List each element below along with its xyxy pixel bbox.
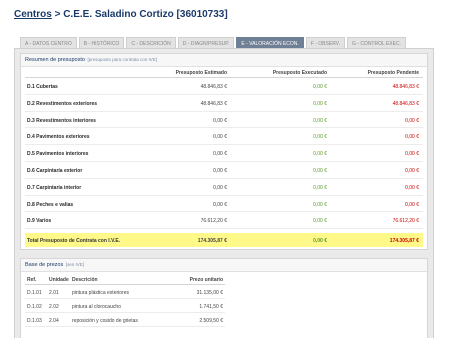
pending-value: 0,00 € bbox=[405, 201, 419, 208]
table-row: D.2 Revestimentos exteriores 48.846,83 €… bbox=[25, 95, 423, 112]
table-row: D.8 Peches e valias 0,00 € 0,00 € 0,00 € bbox=[25, 196, 423, 213]
price-table-header: Ref. Unidade Descrición Prezo unitario bbox=[25, 273, 225, 285]
row-label: D.2 Revestimentos exteriores bbox=[27, 100, 98, 107]
executed-value: 0,00 € bbox=[313, 117, 327, 124]
total-pending: 174.305,87 € bbox=[389, 237, 419, 244]
price-base-header: Base de prezos [sen IVE] bbox=[21, 259, 427, 272]
estimated-value: 48.846,83 € bbox=[200, 84, 227, 90]
price-value: 2.509,50 € bbox=[199, 318, 223, 324]
row-label: D.4 Pavimentos exteriores bbox=[27, 134, 90, 141]
executed-value: 0,00 € bbox=[313, 218, 327, 225]
estimated-value: 48.846,83 € bbox=[200, 100, 227, 107]
table-row: D.3 Revestimentos interiores 0,00 € 0,00… bbox=[25, 112, 423, 129]
unit-value: 2.02 bbox=[49, 304, 59, 310]
executed-value: 0,00 € bbox=[313, 134, 327, 141]
executed-value: 0,00 € bbox=[313, 184, 327, 191]
table-row: D.1 Cubertas 48.846,83 € 0,00 € 48.846,8… bbox=[25, 78, 423, 95]
pending-value: 0,00 € bbox=[405, 167, 419, 174]
breadcrumb-centros-link[interactable]: Centros bbox=[14, 9, 52, 20]
table-row: D.1.02 2.02 pintura al clorocaucho 1.741… bbox=[25, 299, 225, 313]
budget-summary-note: [presuposto para contrata con IVE] bbox=[87, 57, 158, 62]
budget-summary-panel: Resumen de presuposto [presuposto para c… bbox=[20, 53, 428, 250]
executed-value: 0,00 € bbox=[313, 84, 327, 90]
ref-value: D.1.01 bbox=[27, 290, 42, 296]
unit-value: 2.04 bbox=[49, 318, 59, 324]
estimated-value: 0,00 € bbox=[213, 167, 227, 174]
price-value: 1.741,50 € bbox=[199, 304, 223, 310]
price-table: Ref. Unidade Descrición Prezo unitario D… bbox=[25, 273, 225, 327]
table-row: D.4 Pavimentos exteriores 0,00 € 0,00 € … bbox=[25, 128, 423, 146]
row-label: D.8 Peches e valias bbox=[27, 201, 74, 208]
budget-summary-title: Resumen de presuposto bbox=[25, 57, 85, 63]
estimated-value: 0,00 € bbox=[213, 134, 227, 141]
budget-total-row: Total Presuposto de Contrata con I.V.E. … bbox=[25, 233, 423, 248]
breadcrumb-separator: > bbox=[54, 9, 61, 20]
pending-value: 48.846,83 € bbox=[392, 100, 419, 107]
estimated-value: 0,00 € bbox=[213, 151, 227, 158]
estimated-value: 0,00 € bbox=[213, 184, 227, 191]
budget-table-header: Presuposto Estimado Presuposto Executado… bbox=[25, 66, 423, 78]
center-title: C.E.E. Saladino Cortizo [36010733] bbox=[63, 9, 228, 20]
description-value: pintura plástica exteriores bbox=[72, 290, 129, 296]
price-base-panel: Base de prezos [sen IVE] Ref. Unidade De… bbox=[20, 258, 428, 338]
col-estimated: Presuposto Estimado bbox=[175, 70, 227, 76]
total-label: Total Presuposto de Contrata con I.V.E. bbox=[27, 237, 121, 244]
estimated-value: 76.612,20 € bbox=[200, 218, 227, 225]
unit-value: 2.01 bbox=[49, 290, 59, 296]
row-label: D.5 Pavimentos interiores bbox=[27, 151, 89, 158]
row-label: D.6 Carpintaría exterior bbox=[27, 167, 83, 174]
price-base-note: [sen IVE] bbox=[65, 262, 85, 267]
description-value: reposición y cosido de grietas bbox=[72, 318, 138, 324]
page-title: Centros > C.E.E. Saladino Cortizo [36010… bbox=[14, 9, 228, 20]
table-row: D.6 Carpintaría exterior 0,00 € 0,00 € 0… bbox=[25, 162, 423, 179]
pending-value: 0,00 € bbox=[405, 184, 419, 191]
table-row: D.1.03 2.04 reposición y cosido de griet… bbox=[25, 313, 225, 327]
table-row: D.9 Varios 76.612,20 € 0,00 € 76.612,20 … bbox=[25, 212, 423, 230]
price-base-title: Base de prezos bbox=[25, 262, 64, 268]
row-label: D.1 Cubertas bbox=[27, 84, 58, 90]
row-label: D.3 Revestimentos interiores bbox=[27, 117, 96, 124]
pending-value: 48.846,83 € bbox=[392, 84, 419, 90]
estimated-value: 0,00 € bbox=[213, 201, 227, 208]
table-row: D.5 Pavimentos interiores 0,00 € 0,00 € … bbox=[25, 145, 423, 162]
col-ref: Ref. bbox=[27, 277, 37, 283]
price-value: 31.135,00 € bbox=[196, 290, 223, 296]
budget-table: Presuposto Estimado Presuposto Executado… bbox=[25, 66, 423, 248]
executed-value: 0,00 € bbox=[313, 100, 327, 107]
pending-value: 0,00 € bbox=[405, 117, 419, 124]
col-description: Descrición bbox=[72, 277, 98, 283]
row-label: D.9 Varios bbox=[27, 218, 52, 225]
pending-value: 0,00 € bbox=[405, 151, 419, 158]
executed-value: 0,00 € bbox=[313, 151, 327, 158]
ref-value: D.1.03 bbox=[27, 318, 42, 324]
col-executed: Presuposto Executado bbox=[272, 70, 327, 76]
table-row: D.1.01 2.01 pintura plástica exteriores … bbox=[25, 285, 225, 299]
total-executed: 0,00 € bbox=[313, 237, 327, 244]
executed-value: 0,00 € bbox=[313, 167, 327, 174]
executed-value: 0,00 € bbox=[313, 201, 327, 208]
col-unit-price: Prezo unitario bbox=[189, 277, 223, 283]
table-row: D.7 Carpintaría interior 0,00 € 0,00 € 0… bbox=[25, 179, 423, 196]
row-label: D.7 Carpintaría interior bbox=[27, 184, 82, 191]
col-pending: Presuposto Pendente bbox=[367, 70, 419, 76]
description-value: pintura al clorocaucho bbox=[72, 304, 121, 310]
estimated-value: 0,00 € bbox=[213, 117, 227, 124]
pending-value: 0,00 € bbox=[405, 134, 419, 141]
col-unit: Unidade bbox=[49, 277, 69, 283]
pending-value: 76.612,20 € bbox=[392, 218, 419, 225]
total-estimated: 174.305,87 € bbox=[197, 237, 227, 244]
ref-value: D.1.02 bbox=[27, 304, 42, 310]
